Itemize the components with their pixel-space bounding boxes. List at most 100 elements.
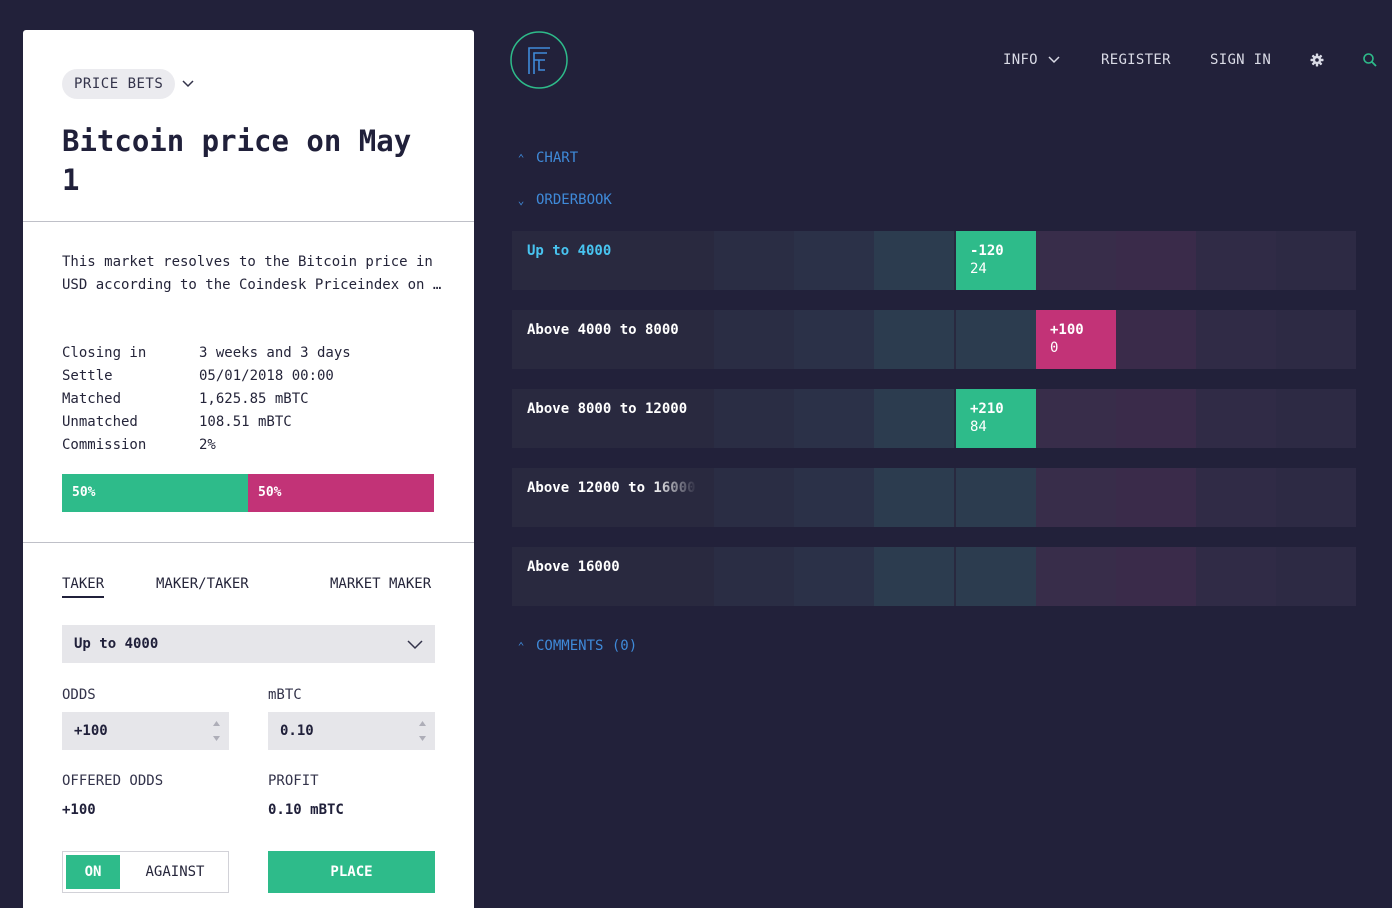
search-icon[interactable] xyxy=(1362,52,1378,68)
orderbook-cell[interactable] xyxy=(794,547,874,606)
category-pill[interactable]: PRICE BETS xyxy=(62,69,176,99)
odds-input[interactable]: +100 xyxy=(62,712,229,750)
orderbook-cell[interactable] xyxy=(874,468,954,527)
odds-input-value: +100 xyxy=(74,723,108,739)
orderbook-row-label: Above 4000 to 8000 xyxy=(527,322,679,338)
orderbook-cell[interactable] xyxy=(1276,231,1356,290)
orderbook-cell[interactable] xyxy=(1036,231,1116,290)
orderbook-cell[interactable] xyxy=(1276,468,1356,527)
stat-value: 2% xyxy=(199,437,216,453)
orderbook-cell[interactable] xyxy=(874,547,954,606)
orderbook-cell[interactable] xyxy=(874,389,954,448)
bet-amount: 0 xyxy=(1050,340,1059,356)
orderbook-cell[interactable] xyxy=(1116,310,1196,369)
nav-info[interactable]: INFO xyxy=(1003,51,1038,69)
orderbook-section-toggle[interactable]: ⌄ ORDERBOOK xyxy=(514,191,612,210)
orderbook-row-label: Above 8000 to 12000 xyxy=(527,401,688,417)
chevron-down-icon[interactable] xyxy=(181,77,195,91)
bet-for-cell[interactable]: -120 24 xyxy=(956,231,1036,290)
orderbook-cell[interactable] xyxy=(1116,231,1196,290)
amount-label: mBTC xyxy=(268,687,302,703)
market-panel: PRICE BETS Bitcoin price on May 1 This m… xyxy=(23,30,474,908)
orderbook-cell[interactable] xyxy=(714,389,794,448)
bet-for-cell[interactable]: +210 84 xyxy=(956,389,1036,448)
side-toggle: ON AGAINST xyxy=(62,851,229,893)
orderbook-cell[interactable] xyxy=(1036,547,1116,606)
orderbook-row[interactable]: Up to 4000 -120 24 xyxy=(512,231,1356,290)
stat-value: 108.51 mBTC xyxy=(199,414,292,430)
logo-icon[interactable] xyxy=(509,30,569,90)
orderbook-cell[interactable] xyxy=(1276,310,1356,369)
bet-against-cell[interactable]: +100 0 xyxy=(1036,310,1116,369)
stat-label: Unmatched xyxy=(62,414,138,430)
chart-section-label: CHART xyxy=(536,150,579,166)
orderbook-cell[interactable] xyxy=(874,231,954,290)
orderbook-cell[interactable] xyxy=(794,468,874,527)
orderbook-cell[interactable] xyxy=(794,389,874,448)
orderbook-cell[interactable] xyxy=(714,310,794,369)
split-against-segment: 50% xyxy=(248,474,434,512)
orderbook-cell[interactable] xyxy=(1276,547,1356,606)
orderbook-cell[interactable] xyxy=(714,547,794,606)
tab-maker-taker[interactable]: MAKER/TAKER xyxy=(156,574,249,594)
orderbook-cell[interactable] xyxy=(1196,389,1276,448)
orderbook-row[interactable]: Above 4000 to 8000 +100 0 xyxy=(512,310,1356,369)
orderbook-row[interactable]: Above 16000 xyxy=(512,547,1356,606)
stat-row: Unmatched 108.51 mBTC xyxy=(62,411,442,434)
bet-amount: 24 xyxy=(970,261,987,277)
label-fade xyxy=(652,474,697,500)
profit-value: 0.10 mBTC xyxy=(268,802,344,818)
bet-odds: +100 xyxy=(1050,322,1084,338)
tab-taker[interactable]: TAKER xyxy=(62,574,105,598)
orderbook-cell[interactable] xyxy=(714,231,794,290)
place-button[interactable]: PLACE xyxy=(268,851,435,893)
profit-label: PROFIT xyxy=(268,773,319,789)
chevron-down-icon[interactable] xyxy=(1047,54,1061,66)
bet-amount: 84 xyxy=(970,419,987,435)
orderbook-cell[interactable] xyxy=(794,310,874,369)
chevron-down-icon xyxy=(407,640,423,650)
orderbook-row[interactable]: Above 8000 to 12000 +210 84 xyxy=(512,389,1356,448)
nav-register[interactable]: REGISTER xyxy=(1101,51,1171,69)
orderbook-cell[interactable] xyxy=(1116,547,1196,606)
orderbook-cell[interactable] xyxy=(1116,468,1196,527)
bet-odds: -120 xyxy=(970,243,1004,259)
orderbook-cell[interactable] xyxy=(714,468,794,527)
orderbook-cell[interactable] xyxy=(794,231,874,290)
market-description: This market resolves to the Bitcoin pric… xyxy=(62,254,442,293)
orderbook-cell[interactable] xyxy=(1116,389,1196,448)
orderbook-cell[interactable] xyxy=(1196,310,1276,369)
stat-label: Closing in xyxy=(62,345,147,361)
orderbook-cell[interactable] xyxy=(1196,231,1276,290)
gear-icon[interactable] xyxy=(1309,52,1325,68)
stat-label: Matched xyxy=(62,391,122,407)
toggle-against-button[interactable]: AGAINST xyxy=(125,855,225,889)
bet-form: TAKER MAKER/TAKER MARKET MAKER Up to 400… xyxy=(23,543,474,908)
orderbook-row[interactable]: Above 12000 to 16000 xyxy=(512,468,1356,527)
orderbook-cell[interactable] xyxy=(1196,547,1276,606)
amount-input-value: 0.10 xyxy=(280,723,314,739)
orderbook-cell[interactable] xyxy=(956,310,1036,369)
amount-input[interactable]: 0.10 xyxy=(268,712,435,750)
chart-section-toggle[interactable]: ⌃ CHART xyxy=(514,149,578,168)
orderbook-cell[interactable] xyxy=(874,310,954,369)
comments-section-toggle[interactable]: ⌃ COMMENTS (0) xyxy=(514,637,637,656)
market-stats: Closing in 3 weeks and 3 days Settle 05/… xyxy=(62,342,442,457)
stat-label: Commission xyxy=(62,437,147,453)
orderbook-cell[interactable] xyxy=(1036,389,1116,448)
orderbook-cell[interactable] xyxy=(956,468,1036,527)
nav-sign-in[interactable]: SIGN IN xyxy=(1210,51,1271,69)
orderbook-cell[interactable] xyxy=(1036,468,1116,527)
tab-market-maker[interactable]: MARKET MAKER xyxy=(330,574,431,594)
stat-row: Matched 1,625.85 mBTC xyxy=(62,388,442,411)
spinner-arrows-icon[interactable] xyxy=(418,719,427,743)
market-info: This market resolves to the Bitcoin pric… xyxy=(23,222,474,543)
orderbook-cell[interactable] xyxy=(1196,468,1276,527)
orderbook-cell[interactable] xyxy=(1276,389,1356,448)
orderbook-cell[interactable] xyxy=(956,547,1036,606)
outcome-select[interactable]: Up to 4000 xyxy=(62,625,435,663)
spinner-arrows-icon[interactable] xyxy=(212,719,221,743)
toggle-on-button[interactable]: ON xyxy=(66,855,120,889)
stat-value: 05/01/2018 00:00 xyxy=(199,368,334,384)
stat-row: Closing in 3 weeks and 3 days xyxy=(62,342,442,365)
